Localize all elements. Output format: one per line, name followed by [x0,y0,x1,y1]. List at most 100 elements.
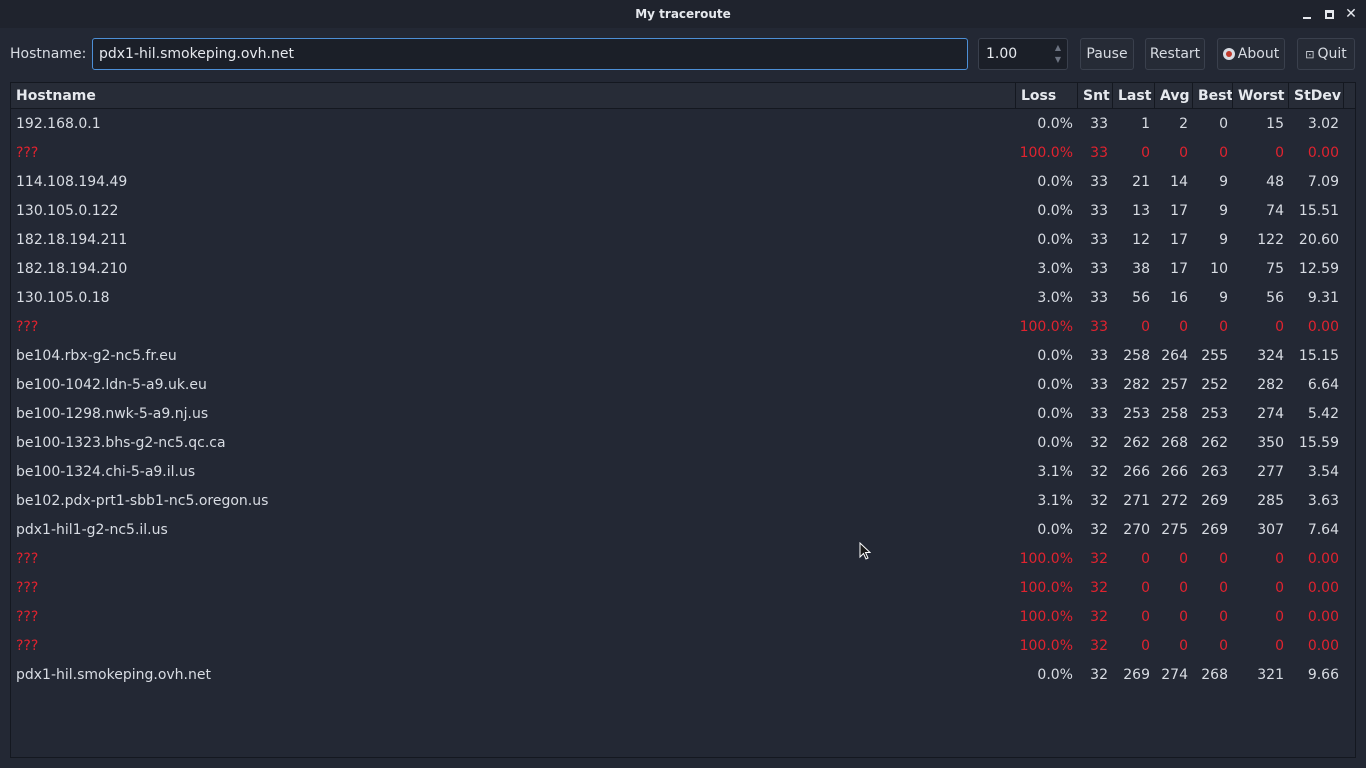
header-last[interactable]: Last [1113,83,1155,109]
table-row[interactable]: be100-1042.ldn-5-a9.uk.eu 0.0% 33 282 257 252… [11,371,1355,400]
header-hostname[interactable]: Hostname [11,83,1016,109]
table-row[interactable]: ??? 100.0% 32 0 0 0 0 0.00 [11,603,1355,632]
cell-snt: 33 [1090,203,1108,219]
cell-loss: 0.0% [1037,232,1073,248]
table-row[interactable]: ??? 100.0% 33 0 0 0 0 0.00 [11,139,1355,168]
cell-loss: 3.1% [1037,464,1073,480]
maximize-button[interactable] [1318,4,1340,24]
cell-avg: 14 [1170,174,1188,190]
cell-snt: 32 [1090,638,1108,654]
quit-button[interactable]: ⊡ Quit [1297,38,1355,70]
cell-last: 262 [1123,435,1150,451]
table-row[interactable]: be100-1298.nwk-5-a9.nj.us 0.0% 33 253 258 253… [11,400,1355,429]
table-row[interactable]: ??? 100.0% 33 0 0 0 0 0.00 [11,313,1355,342]
cell-host: be100-1324.chi-5-a9.il.us [16,464,196,480]
table-body: 192.168.0.1 0.0% 33 1 2 0 15 3.02??? 100.0% 33 0 0 0… [11,110,1355,690]
cell-snt: 32 [1090,522,1108,538]
cell-snt: 33 [1090,406,1108,422]
about-button[interactable]: About [1217,38,1285,70]
cell-host: be100-1298.nwk-5-a9.nj.us [16,406,209,422]
cell-worst: 321 [1257,667,1284,683]
cell-best: 0 [1219,580,1228,596]
cell-stdev: 12.59 [1298,261,1339,277]
table-row[interactable]: pdx1-hil.smokeping.ovh.net 0.0% 32 269 274 26… [11,661,1355,690]
cell-avg: 266 [1161,464,1188,480]
table-row[interactable]: 130.105.0.122 0.0% 33 13 17 9 74 15.51 [11,197,1355,226]
table-row[interactable]: 182.18.194.210 3.0% 33 38 17 10 75 12.59 [11,255,1355,284]
cell-best: 0 [1219,551,1228,567]
cell-best: 0 [1219,638,1228,654]
pause-button[interactable]: Pause [1080,38,1134,70]
cell-last: 13 [1132,203,1150,219]
header-loss[interactable]: Loss [1016,83,1078,109]
table-row[interactable]: be100-1323.bhs-g2-nc5.qc.ca 0.0% 32 262 268 2… [11,429,1355,458]
cell-best: 10 [1210,261,1228,277]
table-row[interactable]: ??? 100.0% 32 0 0 0 0 0.00 [11,632,1355,661]
hostname-input[interactable] [92,38,968,70]
spin-down-icon[interactable]: ▼ [1055,54,1061,66]
table-row[interactable]: ??? 100.0% 32 0 0 0 0 0.00 [11,545,1355,574]
cell-last: 1 [1141,116,1150,132]
cell-loss: 0.0% [1037,406,1073,422]
spin-up-icon[interactable]: ▲ [1055,42,1061,54]
cell-worst: 274 [1257,406,1284,422]
table-row[interactable]: be102.pdx-prt1-sbb1-nc5.oregon.us 3.1% 32 2… [11,487,1355,516]
cell-worst: 0 [1275,551,1284,567]
cell-snt: 33 [1090,377,1108,393]
results-table[interactable]: Hostname Loss Snt Last Avg Best Worst St… [10,82,1356,758]
table-row[interactable]: 130.105.0.18 3.0% 33 56 16 9 56 9.31 [11,284,1355,313]
table-row[interactable]: 192.168.0.1 0.0% 33 1 2 0 15 3.02 [11,110,1355,139]
cell-host: 114.108.194.49 [16,174,128,190]
spin-arrows[interactable]: ▲ ▼ [1049,39,1067,69]
cell-last: 12 [1132,232,1150,248]
cell-worst: 307 [1257,522,1284,538]
cell-stdev: 15.15 [1298,348,1339,364]
header-stdev[interactable]: StDev [1289,83,1344,109]
quit-exit-icon: ⊡ [1305,47,1315,61]
restart-button[interactable]: Restart [1145,38,1205,70]
table-row[interactable]: be104.rbx-g2-nc5.fr.eu 0.0% 33 258 264 255 324… [11,342,1355,371]
cell-loss: 0.0% [1037,435,1073,451]
cell-best: 9 [1219,203,1228,219]
header-snt[interactable]: Snt [1078,83,1113,109]
cell-stdev: 9.66 [1307,667,1339,683]
table-row[interactable]: 114.108.194.49 0.0% 33 21 14 9 48 7.09 [11,168,1355,197]
header-avg[interactable]: Avg [1155,83,1193,109]
table-row[interactable]: 182.18.194.211 0.0% 33 12 17 9 122 20.60 [11,226,1355,255]
cell-avg: 258 [1161,406,1188,422]
cell-avg: 0 [1179,145,1188,161]
cell-last: 56 [1132,290,1150,306]
cell-loss: 3.1% [1037,493,1073,509]
cell-snt: 32 [1090,464,1108,480]
header-best[interactable]: Best [1193,83,1233,109]
interval-value[interactable]: 1.00 [979,46,1049,62]
cell-loss: 100.0% [1019,145,1073,161]
table-row[interactable]: ??? 100.0% 32 0 0 0 0 0.00 [11,574,1355,603]
table-header: Hostname Loss Snt Last Avg Best Worst St… [11,83,1355,109]
cell-host: be102.pdx-prt1-sbb1-nc5.oregon.us [16,493,269,509]
cell-last: 282 [1123,377,1150,393]
cell-last: 269 [1123,667,1150,683]
table-row[interactable]: pdx1-hil1-g2-nc5.il.us 0.0% 32 270 275 269 307… [11,516,1355,545]
cell-best: 253 [1201,406,1228,422]
cell-last: 0 [1141,638,1150,654]
cell-loss: 100.0% [1019,638,1073,654]
close-button[interactable]: ✕ [1340,4,1362,24]
table-row[interactable]: be100-1324.chi-5-a9.il.us 3.1% 32 266 266 263… [11,458,1355,487]
header-worst[interactable]: Worst [1233,83,1289,109]
cell-stdev: 5.42 [1307,406,1339,422]
interval-spinbox[interactable]: 1.00 ▲ ▼ [978,38,1068,70]
cell-stdev: 3.02 [1307,116,1339,132]
minimize-button[interactable] [1296,4,1318,24]
cell-worst: 74 [1266,203,1284,219]
cell-loss: 0.0% [1037,667,1073,683]
quit-label: Quit [1317,46,1347,62]
cell-best: 268 [1201,667,1228,683]
cell-last: 38 [1132,261,1150,277]
cell-best: 269 [1201,493,1228,509]
cell-stdev: 0.00 [1307,609,1339,625]
cell-snt: 33 [1090,232,1108,248]
cell-snt: 33 [1090,116,1108,132]
cell-stdev: 7.09 [1307,174,1339,190]
cell-snt: 32 [1090,609,1108,625]
